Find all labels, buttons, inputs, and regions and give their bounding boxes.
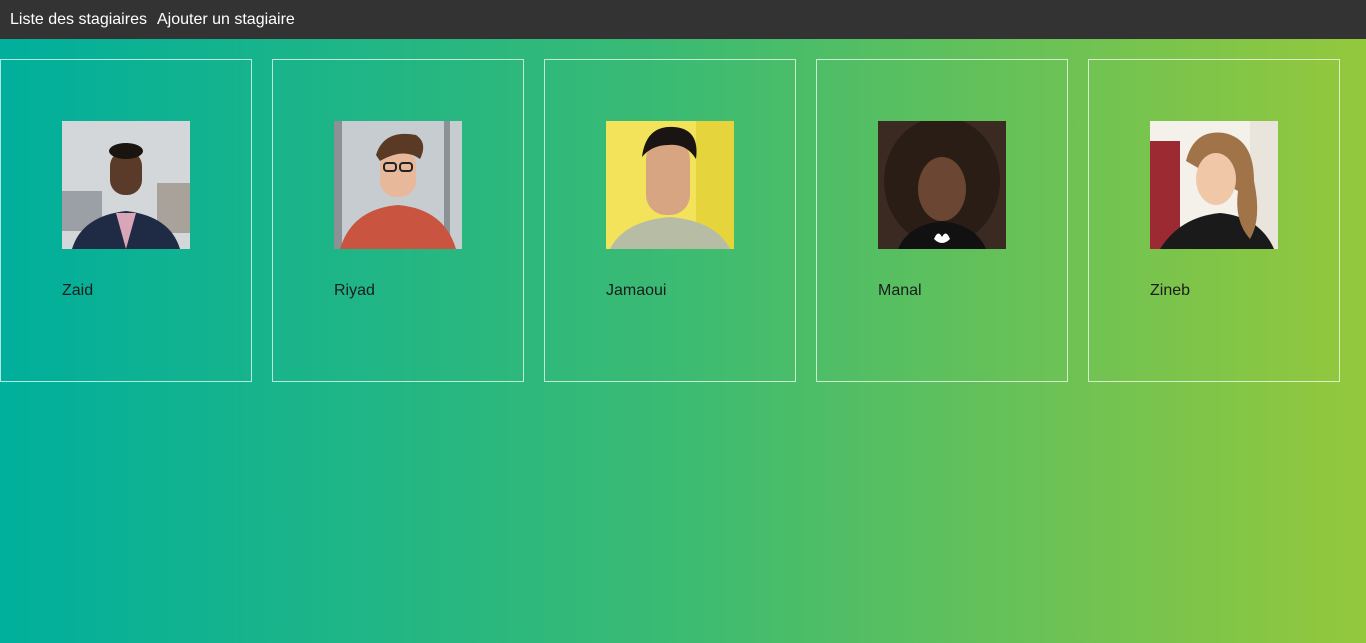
trainee-card[interactable]: Jamaoui <box>544 59 796 382</box>
trainee-name: Manal <box>878 282 922 299</box>
nav-link-add-trainee[interactable]: Ajouter un stagiaire <box>157 11 295 29</box>
trainee-photo <box>606 121 734 249</box>
trainee-name: Zineb <box>1150 282 1191 299</box>
trainee-name: Jamaoui <box>606 282 667 299</box>
trainee-name: Zaid <box>62 282 94 299</box>
trainee-card[interactable]: Riyad <box>272 59 524 382</box>
trainee-photo <box>62 121 190 249</box>
trainee-photo <box>1150 121 1278 249</box>
trainee-photo <box>334 121 462 249</box>
trainee-card[interactable]: Zineb <box>1088 59 1340 382</box>
trainee-card[interactable]: Manal <box>816 59 1068 382</box>
trainee-card[interactable]: Zaid <box>0 59 252 382</box>
trainee-name: Riyad <box>334 282 375 299</box>
nav-link-trainee-list[interactable]: Liste des stagiaires <box>10 11 147 29</box>
trainee-card-list: Zaid Riyad Jamaoui Manal Zineb <box>0 59 1340 382</box>
top-navbar: Liste des stagiaires Ajouter un stagiair… <box>0 0 1366 39</box>
trainee-photo <box>878 121 1006 249</box>
